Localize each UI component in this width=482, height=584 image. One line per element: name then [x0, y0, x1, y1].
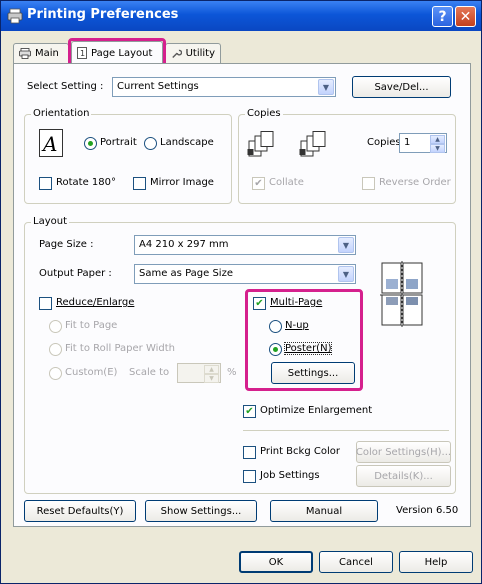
- collate-icon: [247, 131, 274, 157]
- multi-page-highlight-annotation: [245, 289, 363, 391]
- spin-up-icon[interactable]: ▲: [430, 135, 445, 144]
- select-setting-value: Current Settings: [117, 81, 199, 92]
- output-paper-dropdown[interactable]: Same as Page Size ▼: [134, 264, 356, 284]
- window-title: Printing Preferences: [27, 7, 179, 22]
- chevron-down-icon: ▼: [318, 79, 334, 95]
- mirror-image-label: Mirror Image: [150, 177, 214, 188]
- print-bckg-color-checkbox[interactable]: [243, 446, 256, 459]
- scale-to-label: Scale to: [129, 367, 170, 378]
- copies-group: Copies Copies 1 ▲▼ ✔ Collate Reverse Or: [238, 108, 456, 204]
- rotate-180-checkbox[interactable]: [39, 177, 52, 190]
- output-paper-value: Same as Page Size: [139, 268, 233, 279]
- mirror-image-checkbox[interactable]: [133, 177, 146, 190]
- percent-label: %: [227, 367, 237, 378]
- page-size-value: A4 210 x 297 mm: [139, 239, 229, 250]
- page-size-dropdown[interactable]: A4 210 x 297 mm ▼: [134, 235, 356, 255]
- tab-utility-label: Utility: [185, 48, 215, 59]
- chevron-down-icon: ▼: [338, 237, 354, 253]
- reset-defaults-button[interactable]: Reset Defaults(Y): [24, 500, 136, 522]
- collate-checkbox[interactable]: ✔: [252, 177, 265, 190]
- ok-button[interactable]: OK: [239, 551, 313, 573]
- fit-roll-label: Fit to Roll Paper Width: [65, 343, 176, 354]
- copies-value: 1: [404, 137, 411, 148]
- tab-main-label: Main: [35, 48, 59, 59]
- fit-to-page-label: Fit to Page: [65, 320, 118, 331]
- reduce-enlarge-checkbox[interactable]: [39, 297, 52, 310]
- rotate-180-label: Rotate 180°: [56, 177, 117, 188]
- orientation-group: Orientation A Portrait Landscape Rotate …: [24, 108, 232, 204]
- portrait-label: Portrait: [100, 137, 137, 148]
- wrench-icon: [172, 49, 182, 58]
- tab-main[interactable]: Main: [13, 43, 69, 63]
- job-settings-label: Job Settings: [260, 470, 320, 481]
- job-settings-checkbox[interactable]: [243, 470, 256, 483]
- help-title-button[interactable]: ?: [432, 6, 453, 27]
- spin-down-icon[interactable]: ▼: [204, 374, 219, 383]
- divider: [243, 430, 449, 431]
- output-paper-label: Output Paper :: [39, 268, 112, 279]
- select-setting-dropdown[interactable]: Current Settings ▼: [112, 77, 336, 97]
- reverse-order-icon: [299, 131, 326, 157]
- show-settings-button[interactable]: Show Settings...: [145, 500, 257, 522]
- tab-utility[interactable]: Utility: [165, 43, 221, 63]
- printing-preferences-window: Printing Preferences ? ✕ Main 1 Page Lay…: [0, 0, 482, 584]
- help-button[interactable]: Help: [399, 551, 473, 573]
- printer-icon: [19, 48, 31, 59]
- landscape-label: Landscape: [160, 137, 214, 148]
- poster-preview-icon: [380, 261, 424, 327]
- reverse-order-label: Reverse Order: [379, 177, 451, 188]
- copies-label: Copies: [367, 137, 401, 148]
- custom-radio[interactable]: [49, 367, 62, 380]
- copies-spinner[interactable]: 1 ▲ ▼: [399, 133, 447, 153]
- details-button[interactable]: Details(K)...: [356, 465, 451, 487]
- reduce-enlarge-label: Reduce/Enlarge: [56, 297, 135, 308]
- print-bckg-color-label: Print Bckg Color: [260, 446, 340, 457]
- cancel-button[interactable]: Cancel: [319, 551, 393, 573]
- save-del-button[interactable]: Save/Del...: [352, 76, 451, 98]
- spin-down-icon[interactable]: ▼: [430, 144, 445, 153]
- custom-label: Custom(E): [65, 367, 118, 378]
- title-bar[interactable]: Printing Preferences ? ✕: [1, 1, 481, 31]
- manual-button[interactable]: Manual: [270, 500, 378, 522]
- chevron-down-icon: ▼: [338, 266, 354, 282]
- page-size-label: Page Size :: [39, 239, 94, 250]
- landscape-radio[interactable]: [144, 137, 157, 150]
- optimize-enlargement-label: Optimize Enlargement: [260, 405, 373, 416]
- scale-spinner[interactable]: ▲ ▼: [177, 363, 221, 383]
- layout-group-title: Layout: [31, 216, 69, 227]
- page-layout-panel: Select Setting : Current Settings ▼ Save…: [13, 63, 471, 527]
- fit-roll-radio[interactable]: [49, 343, 62, 356]
- layout-group: Layout Page Size : A4 210 x 297 mm ▼ Out…: [24, 216, 456, 494]
- spin-up-icon[interactable]: ▲: [204, 365, 219, 374]
- select-setting-label: Select Setting :: [27, 81, 104, 92]
- color-settings-button[interactable]: Color Settings(H)...: [356, 441, 451, 463]
- portrait-page-icon: A: [39, 129, 63, 157]
- optimize-enlargement-checkbox[interactable]: ✔: [243, 405, 256, 418]
- reverse-order-checkbox[interactable]: [362, 177, 375, 190]
- copies-group-title: Copies: [245, 108, 283, 119]
- portrait-radio[interactable]: [84, 137, 97, 150]
- close-title-button[interactable]: ✕: [455, 6, 476, 27]
- fit-to-page-radio[interactable]: [49, 320, 62, 333]
- collate-label: Collate: [269, 177, 304, 188]
- version-label: Version 6.50: [396, 505, 459, 516]
- orientation-group-title: Orientation: [31, 108, 92, 119]
- printer-icon: [7, 8, 23, 24]
